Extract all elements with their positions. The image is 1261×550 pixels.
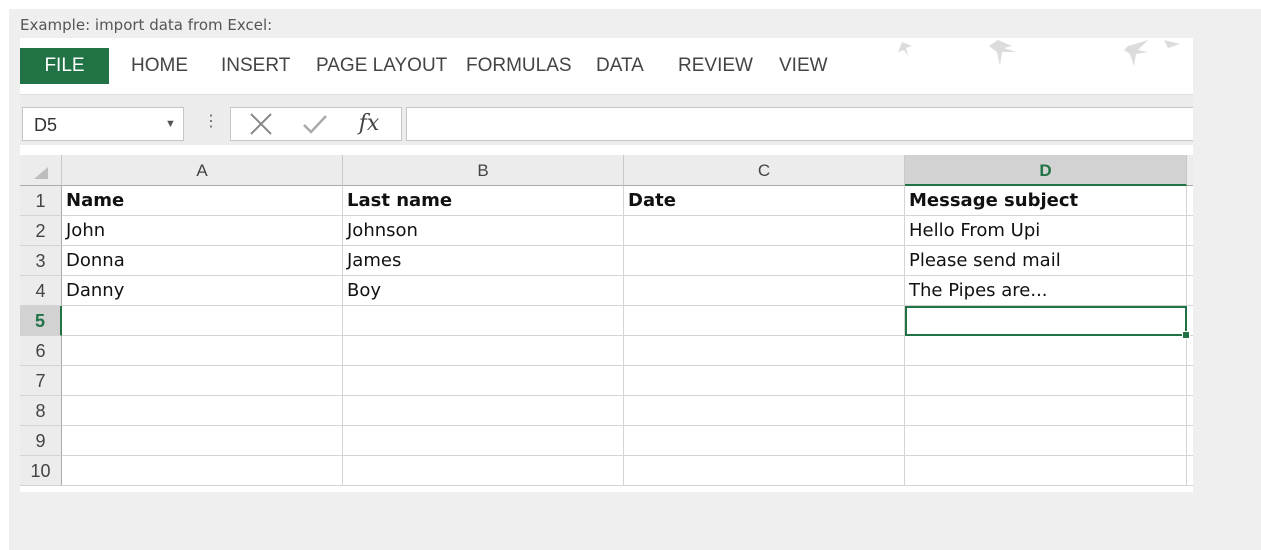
excel-window: FILE HOME INSERT PAGE LAYOUT FORMULAS DA… xyxy=(20,38,1193,492)
fill-handle[interactable] xyxy=(1182,331,1190,339)
cell-a2[interactable]: John xyxy=(62,216,343,246)
cell-b1[interactable]: Last name xyxy=(343,186,624,216)
cell-e9-partial[interactable] xyxy=(1187,426,1193,456)
caption-text: Example: import data from Excel: xyxy=(20,16,273,34)
row-header-1[interactable]: 1 xyxy=(20,186,62,216)
row-header-5[interactable]: 5 xyxy=(20,306,62,336)
formula-bar-grip-icon[interactable]: ⋮ xyxy=(203,111,219,131)
cell-c3[interactable] xyxy=(624,246,905,276)
cell-d2[interactable]: Hello From Upi xyxy=(905,216,1187,246)
formula-input[interactable] xyxy=(406,107,1193,141)
ribbon-bird-decoration-icon xyxy=(898,40,1180,66)
cell-d3[interactable]: Please send mail xyxy=(905,246,1187,276)
row-header-10[interactable]: 10 xyxy=(20,456,62,486)
cell-d7[interactable] xyxy=(905,366,1187,396)
formula-bar: D5 ▼ ⋮ fx xyxy=(20,94,1193,145)
cell-d5[interactable] xyxy=(905,306,1187,336)
tab-data[interactable]: DATA xyxy=(596,48,644,84)
check-icon[interactable] xyxy=(295,108,335,140)
cell-a4[interactable]: Danny xyxy=(62,276,343,306)
column-header-c[interactable]: C xyxy=(624,155,905,186)
select-all-corner[interactable] xyxy=(20,155,62,186)
column-headers: A B C D xyxy=(20,155,1193,186)
cell-b4[interactable]: Boy xyxy=(343,276,624,306)
dropdown-arrow-icon[interactable]: ▼ xyxy=(165,118,176,130)
row-header-4[interactable]: 4 xyxy=(20,276,62,306)
cell-b3[interactable]: James xyxy=(343,246,624,276)
formula-buttons: fx xyxy=(230,107,402,141)
tab-page-layout[interactable]: PAGE LAYOUT xyxy=(316,48,447,84)
cell-e1-partial[interactable] xyxy=(1187,186,1193,216)
cell-e10-partial[interactable] xyxy=(1187,456,1193,486)
cell-d4[interactable]: The Pipes are... xyxy=(905,276,1187,306)
cell-a7[interactable] xyxy=(62,366,343,396)
cell-d6[interactable] xyxy=(905,336,1187,366)
cell-c6[interactable] xyxy=(624,336,905,366)
row-header-6[interactable]: 6 xyxy=(20,336,62,366)
row-header-2[interactable]: 2 xyxy=(20,216,62,246)
name-box[interactable]: D5 ▼ xyxy=(22,107,184,141)
cell-b10[interactable] xyxy=(343,456,624,486)
worksheet-grid: A B C D 1 Name Last name Date Message subjec… xyxy=(20,155,1193,492)
cell-a8[interactable] xyxy=(62,396,343,426)
tab-view[interactable]: VIEW xyxy=(779,48,828,84)
tab-home[interactable]: HOME xyxy=(131,48,188,84)
cell-e3-partial[interactable] xyxy=(1187,246,1193,276)
cross-icon[interactable] xyxy=(241,108,281,140)
cell-d8[interactable] xyxy=(905,396,1187,426)
cell-b9[interactable] xyxy=(343,426,624,456)
row-header-3[interactable]: 3 xyxy=(20,246,62,276)
cell-d1[interactable]: Message subject xyxy=(905,186,1187,216)
cell-a6[interactable] xyxy=(62,336,343,366)
row-header-7[interactable]: 7 xyxy=(20,366,62,396)
tab-file[interactable]: FILE xyxy=(20,48,109,84)
tab-review[interactable]: REVIEW xyxy=(678,48,753,84)
cell-e4-partial[interactable] xyxy=(1187,276,1193,306)
column-header-b[interactable]: B xyxy=(343,155,624,186)
cell-c4[interactable] xyxy=(624,276,905,306)
column-header-a[interactable]: A xyxy=(62,155,343,186)
cell-b5[interactable] xyxy=(343,306,624,336)
cell-d9[interactable] xyxy=(905,426,1187,456)
cell-a3[interactable]: Donna xyxy=(62,246,343,276)
cell-b7[interactable] xyxy=(343,366,624,396)
cell-e6-partial[interactable] xyxy=(1187,336,1193,366)
cell-c8[interactable] xyxy=(624,396,905,426)
cell-e7-partial[interactable] xyxy=(1187,366,1193,396)
cell-a9[interactable] xyxy=(62,426,343,456)
cell-a1[interactable]: Name xyxy=(62,186,343,216)
insert-function-button[interactable]: fx xyxy=(349,108,389,140)
column-header-e-partial[interactable] xyxy=(1187,155,1193,186)
cell-b8[interactable] xyxy=(343,396,624,426)
cell-a10[interactable] xyxy=(62,456,343,486)
cell-c5[interactable] xyxy=(624,306,905,336)
column-header-d[interactable]: D xyxy=(905,155,1187,186)
cell-b6[interactable] xyxy=(343,336,624,366)
cell-a5[interactable] xyxy=(62,306,343,336)
tab-insert[interactable]: INSERT xyxy=(221,48,290,84)
cell-c9[interactable] xyxy=(624,426,905,456)
cell-c10[interactable] xyxy=(624,456,905,486)
tab-formulas[interactable]: FORMULAS xyxy=(466,48,572,84)
cell-c1[interactable]: Date xyxy=(624,186,905,216)
name-box-value: D5 xyxy=(34,115,58,135)
cell-d10[interactable] xyxy=(905,456,1187,486)
cell-b2[interactable]: Johnson xyxy=(343,216,624,246)
cell-e8-partial[interactable] xyxy=(1187,396,1193,426)
fx-icon: fx xyxy=(358,111,380,136)
row-header-8[interactable]: 8 xyxy=(20,396,62,426)
row-header-9[interactable]: 9 xyxy=(20,426,62,456)
cell-c2[interactable] xyxy=(624,216,905,246)
ribbon-tabs: FILE HOME INSERT PAGE LAYOUT FORMULAS DA… xyxy=(20,38,1193,94)
cell-e2-partial[interactable] xyxy=(1187,216,1193,246)
cell-c7[interactable] xyxy=(624,366,905,396)
